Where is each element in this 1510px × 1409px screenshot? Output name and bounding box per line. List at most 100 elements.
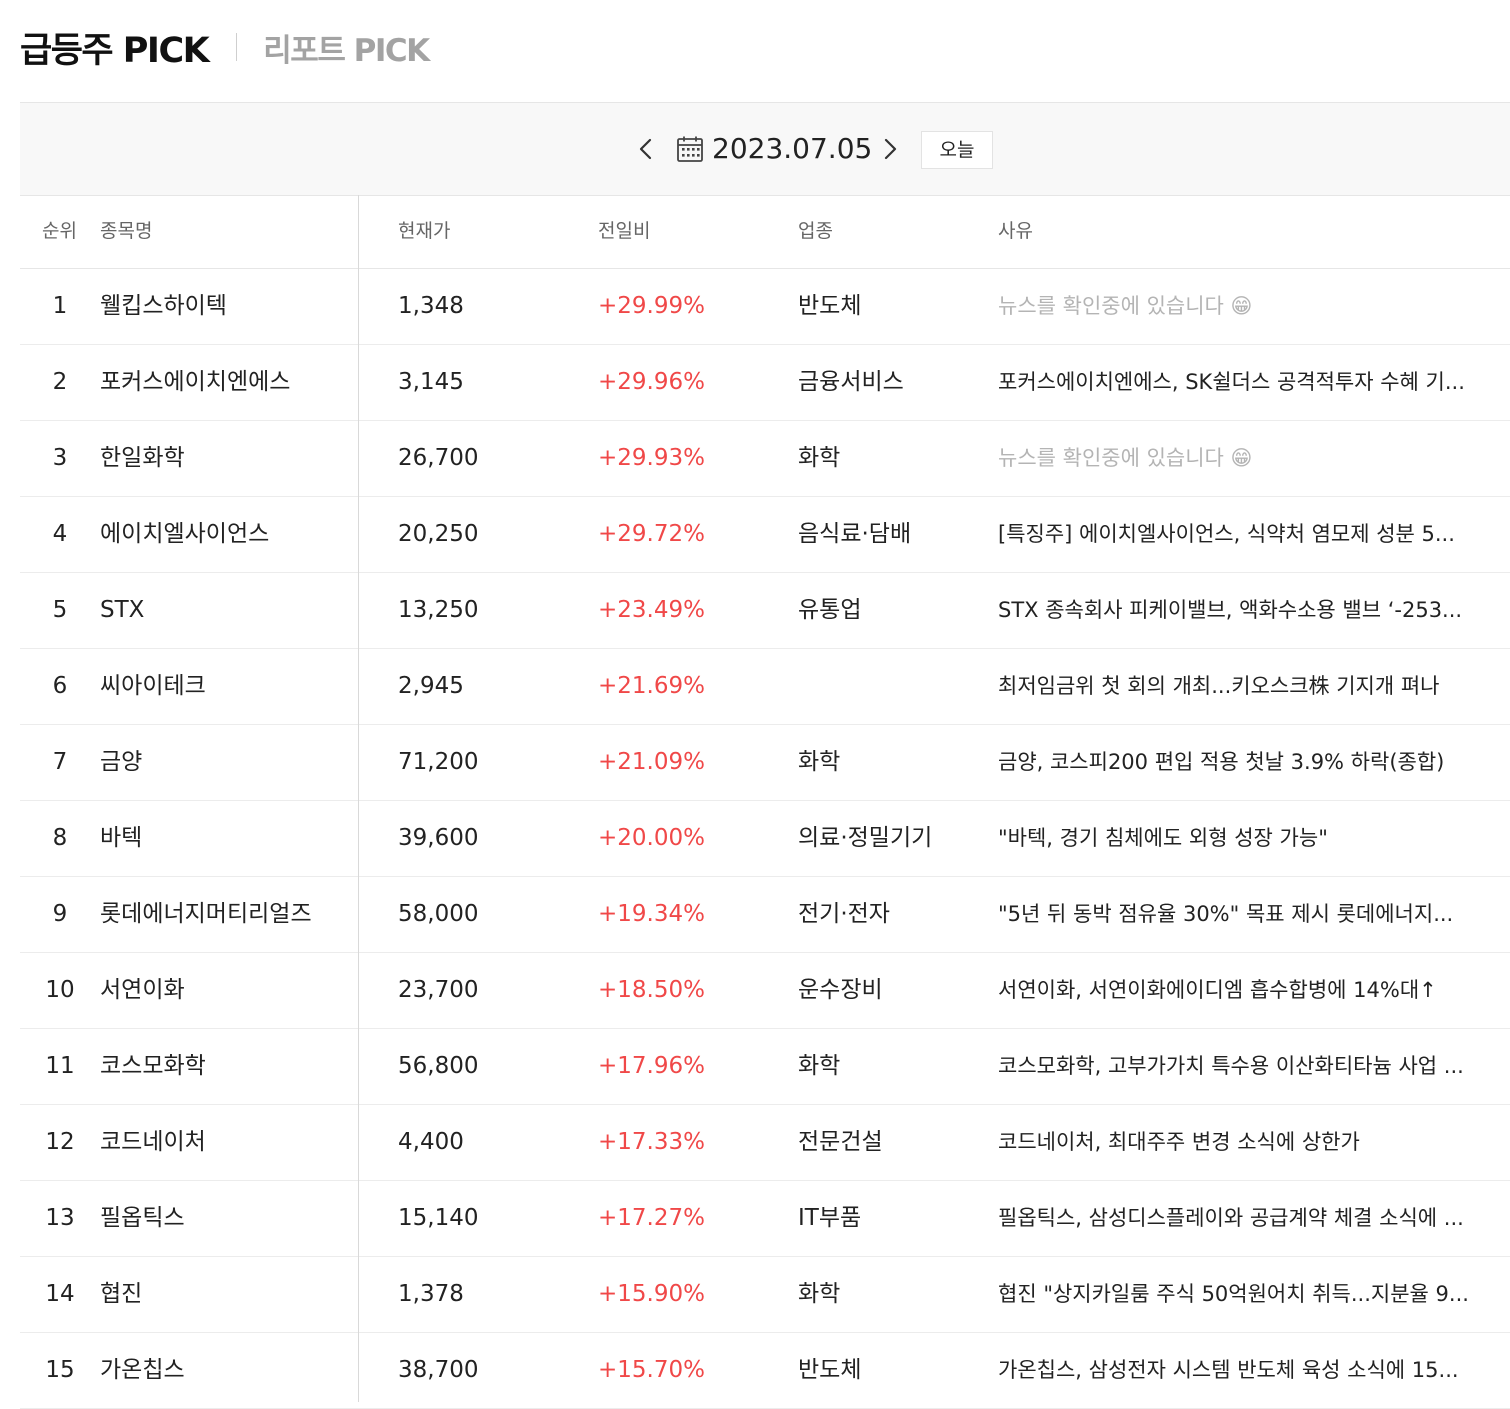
table-row[interactable]: 6 씨아이테크 2,945 +21.69% 최저임금위 첫 회의 개최...키오… bbox=[20, 649, 1510, 725]
sector-cell: 전기·전자 bbox=[798, 901, 890, 927]
change-cell: +29.93% bbox=[598, 445, 705, 471]
table-row[interactable]: 4 에이치엘사이언스 20,250 +29.72% 음식료·담배 [특징주] 에… bbox=[20, 497, 1510, 573]
stock-name-cell[interactable]: 코드네이처 bbox=[100, 1105, 355, 1180]
reason-cell[interactable]: 뉴스를 확인중에 있습니다 😁 bbox=[998, 269, 1498, 344]
stock-name-cell[interactable]: 서연이화 bbox=[100, 953, 355, 1028]
reason-cell[interactable]: 금양, 코스피200 편입 적용 첫날 3.9% 하락(종합) bbox=[998, 725, 1498, 800]
reason-cell[interactable]: 코스모화학, 고부가가치 특수용 이산화티타늄 사업 ... bbox=[998, 1029, 1498, 1104]
stock-name-cell[interactable]: 포커스에이치엔에스 bbox=[100, 345, 355, 420]
rank-cell: 8 bbox=[52, 825, 68, 851]
table-row[interactable]: 13 필옵틱스 15,140 +17.27% IT부품 필옵틱스, 삼성디스플레… bbox=[20, 1181, 1510, 1257]
change-cell: +20.00% bbox=[598, 825, 705, 851]
column-divider bbox=[358, 195, 359, 1402]
stock-name-cell[interactable]: 한일화학 bbox=[100, 421, 355, 496]
rank-cell: 13 bbox=[45, 1205, 75, 1231]
price-cell: 71,200 bbox=[398, 749, 479, 775]
rank-cell: 11 bbox=[45, 1053, 75, 1079]
stock-name-cell[interactable]: STX bbox=[100, 573, 355, 648]
reason-cell[interactable]: "5년 뒤 동박 점유율 30%" 목표 제시 롯데에너지... bbox=[998, 877, 1498, 952]
change-cell: +21.09% bbox=[598, 749, 705, 775]
stock-table-body: 1 웰킵스하이텍 1,348 +29.99% 반도체 뉴스를 확인중에 있습니다… bbox=[20, 269, 1510, 1409]
change-cell: +19.34% bbox=[598, 901, 705, 927]
table-row[interactable]: 8 바텍 39,600 +20.00% 의료·정밀기기 "바텍, 경기 침체에도… bbox=[20, 801, 1510, 877]
stock-name-cell[interactable]: 바텍 bbox=[100, 801, 355, 876]
price-cell: 13,250 bbox=[398, 597, 479, 623]
change-cell: +23.49% bbox=[598, 597, 705, 623]
rank-cell: 3 bbox=[52, 445, 68, 471]
price-cell: 20,250 bbox=[398, 521, 479, 547]
table-row[interactable]: 3 한일화학 26,700 +29.93% 화학 뉴스를 확인중에 있습니다 😁 bbox=[20, 421, 1510, 497]
stock-name-cell[interactable]: 협진 bbox=[100, 1257, 355, 1332]
stock-name-cell[interactable]: 금양 bbox=[100, 725, 355, 800]
price-cell: 2,945 bbox=[398, 673, 464, 699]
column-header-price: 현재가 bbox=[398, 220, 451, 242]
rank-cell: 7 bbox=[52, 749, 68, 775]
sector-cell: 화학 bbox=[798, 445, 841, 471]
table-row[interactable]: 2 포커스에이치엔에스 3,145 +29.96% 금융서비스 포커스에이치엔에… bbox=[20, 345, 1510, 421]
column-header-name: 종목명 bbox=[100, 220, 153, 242]
sector-cell: 운수장비 bbox=[798, 977, 883, 1003]
column-header-sector: 업종 bbox=[798, 220, 833, 242]
price-cell: 39,600 bbox=[398, 825, 479, 851]
reason-cell[interactable]: STX 종속회사 피케이밸브, 액화수소용 밸브 ‘-253... bbox=[998, 573, 1498, 648]
sector-cell: IT부품 bbox=[798, 1205, 862, 1231]
table-row[interactable]: 9 롯데에너지머티리얼즈 58,000 +19.34% 전기·전자 "5년 뒤 … bbox=[20, 877, 1510, 953]
table-header: 순위 종목명 현재가 전일비 업종 사유 bbox=[20, 195, 1510, 269]
reason-cell[interactable]: 협진 "상지카일룸 주식 50억원어치 취득...지분율 9... bbox=[998, 1257, 1498, 1332]
rank-cell: 5 bbox=[52, 597, 68, 623]
price-cell: 4,400 bbox=[398, 1129, 464, 1155]
chevron-right-icon[interactable] bbox=[878, 133, 902, 165]
change-cell: +29.96% bbox=[598, 369, 705, 395]
reason-cell[interactable]: [특징주] 에이치엘사이언스, 식약처 염모제 성분 5... bbox=[998, 497, 1498, 572]
table-row[interactable]: 5 STX 13,250 +23.49% 유통업 STX 종속회사 피케이밸브,… bbox=[20, 573, 1510, 649]
reason-cell[interactable]: 포커스에이치엔에스, SK쉴더스 공격적투자 수혜 기... bbox=[998, 345, 1498, 420]
stock-name-cell[interactable]: 씨아이테크 bbox=[100, 649, 355, 724]
sector-cell: 유통업 bbox=[798, 597, 862, 623]
price-cell: 56,800 bbox=[398, 1053, 479, 1079]
tab-report-pick[interactable]: 리포트 PICK bbox=[263, 25, 430, 70]
stock-name-cell[interactable]: 필옵틱스 bbox=[100, 1181, 355, 1256]
calendar-icon[interactable] bbox=[676, 135, 704, 163]
rank-cell: 1 bbox=[52, 293, 68, 319]
reason-cell[interactable]: 코드네이처, 최대주주 변경 소식에 상한가 bbox=[998, 1105, 1498, 1180]
table-row[interactable]: 7 금양 71,200 +21.09% 화학 금양, 코스피200 편입 적용 … bbox=[20, 725, 1510, 801]
stock-name-cell[interactable]: 에이치엘사이언스 bbox=[100, 497, 355, 572]
column-header-reason: 사유 bbox=[998, 220, 1033, 242]
stock-name-cell[interactable]: 롯데에너지머티리얼즈 bbox=[100, 877, 355, 952]
sector-cell: 금융서비스 bbox=[798, 369, 904, 395]
tab-surge-pick[interactable]: 급등주 PICK bbox=[20, 22, 210, 73]
reason-cell[interactable]: 서연이화, 서연이화에이디엠 흡수합병에 14%대↑ bbox=[998, 953, 1498, 1028]
stock-name-cell[interactable]: 가온칩스 bbox=[100, 1333, 355, 1408]
table-row[interactable]: 1 웰킵스하이텍 1,348 +29.99% 반도체 뉴스를 확인중에 있습니다… bbox=[20, 269, 1510, 345]
sector-cell: 화학 bbox=[798, 1281, 841, 1307]
rank-cell: 14 bbox=[45, 1281, 75, 1307]
current-date[interactable]: 2023.07.05 bbox=[712, 129, 872, 169]
reason-cell[interactable]: "바텍, 경기 침체에도 외형 성장 가능" bbox=[998, 801, 1498, 876]
table-row[interactable]: 14 협진 1,378 +15.90% 화학 협진 "상지카일룸 주식 50억원… bbox=[20, 1257, 1510, 1333]
rank-cell: 12 bbox=[45, 1129, 75, 1155]
reason-cell[interactable]: 가온칩스, 삼성전자 시스템 반도체 육성 소식에 15... bbox=[998, 1333, 1498, 1408]
table-row[interactable]: 10 서연이화 23,700 +18.50% 운수장비 서연이화, 서연이화에이… bbox=[20, 953, 1510, 1029]
rank-cell: 4 bbox=[52, 521, 68, 547]
reason-cell[interactable]: 뉴스를 확인중에 있습니다 😁 bbox=[998, 421, 1498, 496]
price-cell: 3,145 bbox=[398, 369, 464, 395]
table-row[interactable]: 12 코드네이처 4,400 +17.33% 전문건설 코드네이처, 최대주주 … bbox=[20, 1105, 1510, 1181]
sector-cell: 반도체 bbox=[798, 1357, 862, 1383]
change-cell: +15.70% bbox=[598, 1357, 705, 1383]
reason-cell[interactable]: 최저임금위 첫 회의 개최...키오스크株 기지개 펴나 bbox=[998, 649, 1498, 724]
reason-cell[interactable]: 필옵틱스, 삼성디스플레이와 공급계약 체결 소식에 ... bbox=[998, 1181, 1498, 1256]
price-cell: 1,348 bbox=[398, 293, 464, 319]
table-row[interactable]: 15 가온칩스 38,700 +15.70% 반도체 가온칩스, 삼성전자 시스… bbox=[20, 1333, 1510, 1409]
change-cell: +29.99% bbox=[598, 293, 705, 319]
tab-bar: 급등주 PICK 리포트 PICK bbox=[20, 22, 430, 73]
sector-cell: 전문건설 bbox=[798, 1129, 883, 1155]
stock-name-cell[interactable]: 웰킵스하이텍 bbox=[100, 269, 355, 344]
price-cell: 1,378 bbox=[398, 1281, 464, 1307]
stock-name-cell[interactable]: 코스모화학 bbox=[100, 1029, 355, 1104]
today-button[interactable]: 오늘 bbox=[921, 131, 993, 169]
sector-cell: 화학 bbox=[798, 749, 841, 775]
table-row[interactable]: 11 코스모화학 56,800 +17.96% 화학 코스모화학, 고부가가치 … bbox=[20, 1029, 1510, 1105]
rank-cell: 9 bbox=[52, 901, 68, 927]
chevron-left-icon[interactable] bbox=[634, 133, 658, 165]
sector-cell: 음식료·담배 bbox=[798, 521, 912, 547]
